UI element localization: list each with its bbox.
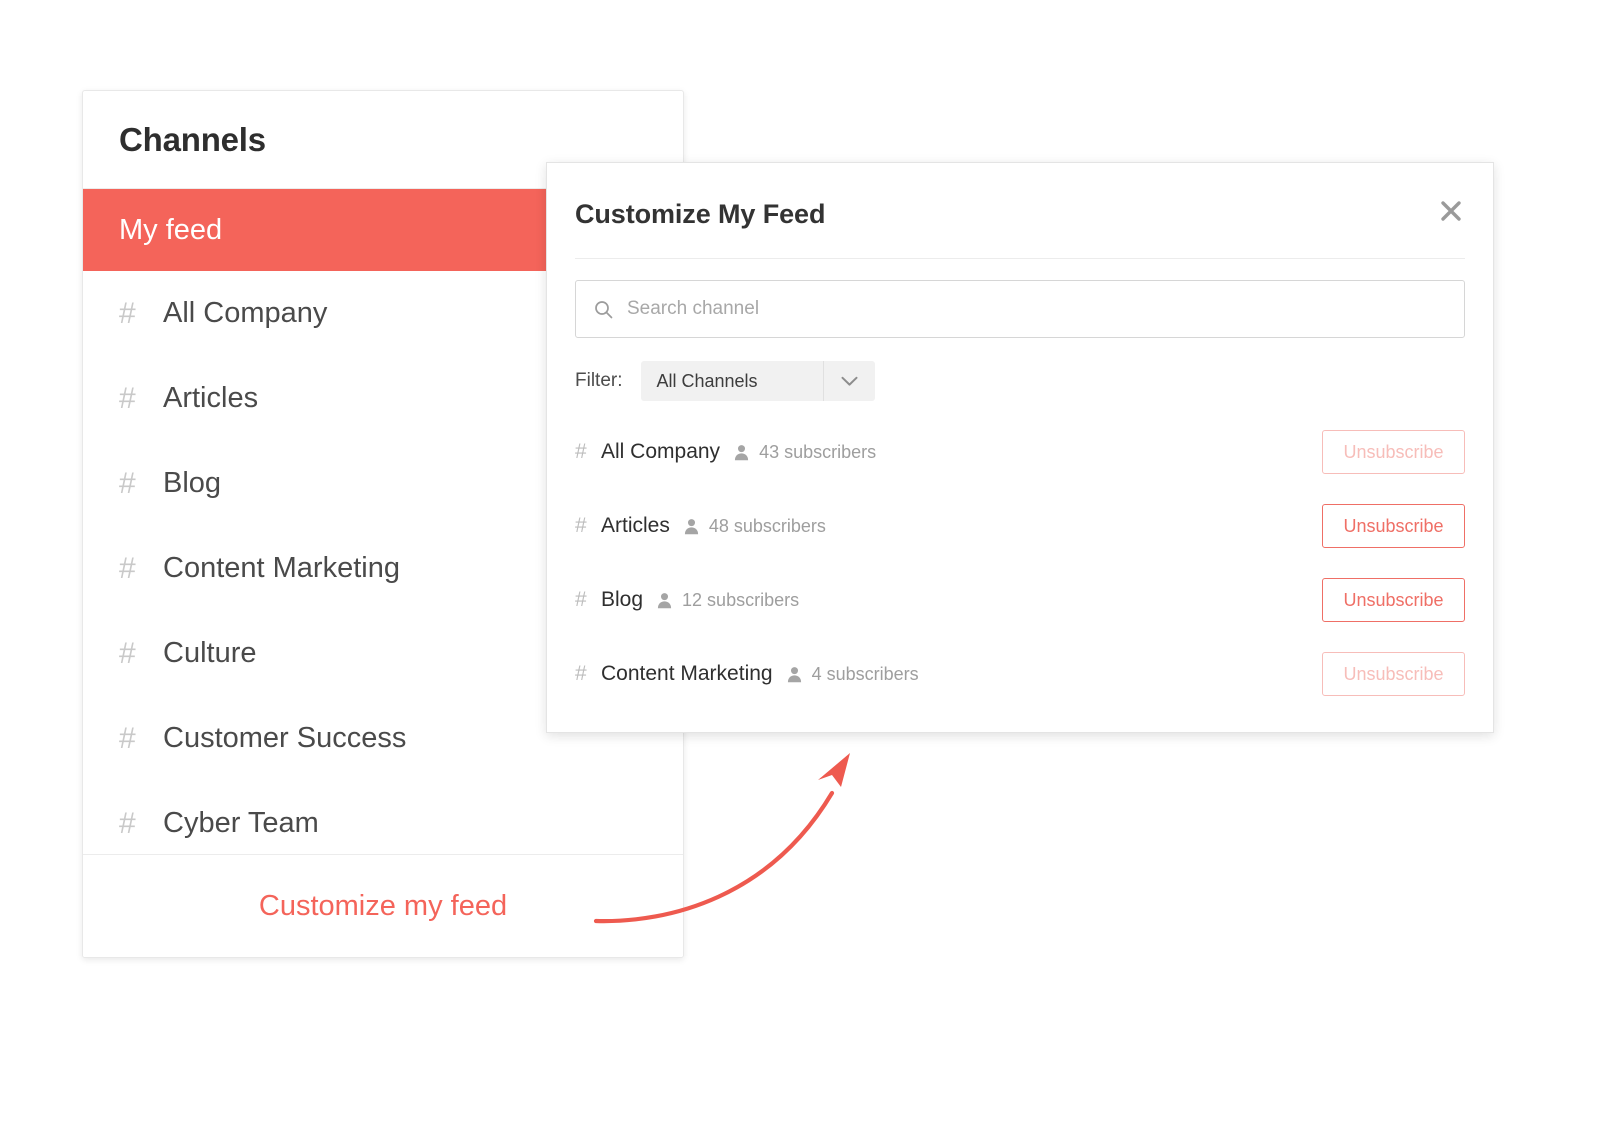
subscriber-count: 12 subscribers — [682, 589, 800, 610]
filter-selected-value: All Channels — [656, 370, 758, 391]
sidebar-item-label: Customer Success — [163, 722, 407, 754]
modal-header: Customize My Feed — [547, 163, 1493, 230]
person-icon — [656, 592, 673, 609]
person-icon — [733, 444, 750, 461]
hash-icon: # — [119, 806, 136, 840]
channel-results-list: # All Company 43 subscribers Unsubscribe… — [547, 415, 1493, 711]
hash-icon: # — [575, 662, 587, 685]
sidebar-item-label: Content Marketing — [163, 552, 400, 584]
unsubscribe-button[interactable]: Unsubscribe — [1322, 504, 1465, 548]
sidebar-item-label: All Company — [163, 297, 328, 329]
sidebar-item-label: Culture — [163, 637, 257, 669]
person-icon — [786, 666, 803, 683]
modal-title: Customize My Feed — [575, 199, 826, 229]
modal-header-divider — [575, 258, 1465, 259]
customize-my-feed-label: Customize my feed — [258, 889, 508, 922]
hash-icon: # — [575, 440, 587, 463]
unsubscribe-button[interactable]: Unsubscribe — [1322, 430, 1465, 474]
channel-filter-dropdown[interactable]: All Channels — [640, 361, 875, 401]
hash-icon: # — [575, 514, 587, 537]
hash-icon: # — [119, 636, 136, 670]
filter-row: Filter: All Channels — [575, 361, 1465, 401]
close-icon[interactable] — [1431, 191, 1471, 231]
screenshot-canvas: Channels My feed # All Company # Article… — [0, 0, 1600, 1136]
table-row: # Blog 12 subscribers Unsubscribe — [547, 563, 1493, 637]
person-icon — [683, 518, 700, 535]
customize-my-feed-link[interactable]: Customize my feed — [83, 854, 683, 957]
search-input[interactable] — [627, 298, 1446, 320]
chevron-down-icon[interactable] — [822, 361, 875, 401]
sidebar-item-label: Cyber Team — [163, 807, 319, 839]
unsubscribe-button[interactable]: Unsubscribe — [1322, 578, 1465, 622]
hash-icon: # — [119, 381, 136, 415]
subscriber-count: 43 subscribers — [759, 441, 877, 462]
customize-my-feed-modal: Customize My Feed Filter: All Channels — [546, 162, 1494, 733]
table-row: # Content Marketing 4 subscribers Unsubs… — [547, 637, 1493, 711]
filter-label: Filter: — [575, 370, 623, 391]
hash-icon: # — [119, 296, 136, 330]
channel-name: All Company — [601, 440, 721, 463]
sidebar-item-label: Blog — [163, 467, 222, 499]
page-title: Channels — [119, 120, 266, 158]
unsubscribe-button[interactable]: Unsubscribe — [1322, 652, 1465, 696]
subscriber-count: 48 subscribers — [708, 515, 826, 536]
hash-icon: # — [119, 466, 136, 500]
search-channel-field[interactable] — [575, 280, 1465, 338]
table-row: # Articles 48 subscribers Unsubscribe — [547, 489, 1493, 563]
hash-icon: # — [119, 551, 136, 585]
hash-icon: # — [119, 721, 136, 755]
search-icon — [594, 300, 613, 319]
sidebar-item-label: Articles — [163, 382, 259, 414]
table-row: # All Company 43 subscribers Unsubscribe — [547, 415, 1493, 489]
channel-name: Articles — [601, 514, 670, 537]
hash-icon: # — [575, 588, 587, 611]
channel-name: Content Marketing — [601, 662, 773, 685]
subscriber-count: 4 subscribers — [811, 663, 919, 684]
channel-name: Blog — [601, 588, 644, 611]
sidebar-item-label: My feed — [119, 213, 223, 246]
